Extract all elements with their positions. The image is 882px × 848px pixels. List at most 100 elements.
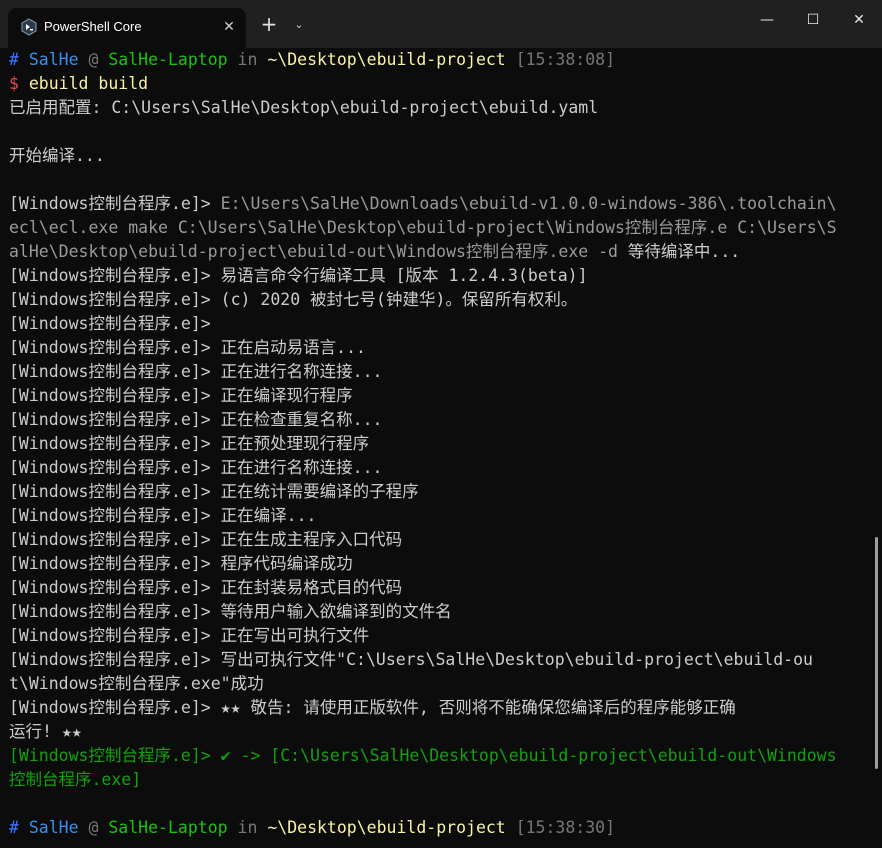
log-line: [Windows控制台程序.e]> (9, 312, 876, 336)
prompt-line: # SalHe @ SalHe-Laptop in ~\Desktop\ebui… (9, 816, 876, 840)
log-line: [Windows控制台程序.e]> (c) 2020 被封七号(钟建华)。保留所… (9, 288, 876, 312)
line-prefix: [Windows控制台程序.e]> (9, 602, 211, 621)
prompt-line: # SalHe @ SalHe-Laptop in ~\Desktop\ebui… (9, 48, 876, 72)
prompt-user: SalHe (28, 50, 79, 69)
line-prefix: [Windows控制台程序.e]> (9, 290, 211, 309)
log-message: 正在启动易语言... (210, 338, 366, 357)
line-prefix: [Windows控制台程序.e]> (9, 338, 211, 357)
line-prefix: [Windows控制台程序.e]> (9, 626, 211, 645)
warning-line: [Windows控制台程序.e]> ★★ 敬告: 请使用正版软件, 否则将不能确… (9, 696, 876, 720)
warning-message: ★★ 敬告: 请使用正版软件, 否则将不能确保您编译后的程序能够正确 (210, 698, 736, 717)
prompt-path: ~\Desktop\ebuild-project (267, 818, 506, 837)
powershell-icon (21, 18, 37, 36)
log-message: 正在编译现行程序 (210, 386, 353, 405)
prompt-hash: # (9, 818, 19, 837)
line-prefix: [Windows控制台程序.e]> (9, 530, 211, 549)
log-line: [Windows控制台程序.e]> 正在编译现行程序 (9, 384, 876, 408)
prompt-at: @ (88, 50, 99, 69)
log-line: [Windows控制台程序.e]> 正在生成主程序入口代码 (9, 528, 876, 552)
log-line: [Windows控制台程序.e]> 正在统计需要编译的子程序 (9, 480, 876, 504)
toolchain-line: [Windows控制台程序.e]> E:\Users\SalHe\Downloa… (9, 192, 876, 216)
log-message: 正在检查重复名称... (210, 410, 383, 429)
toolchain-path: E:\Users\SalHe\Downloads\ebuild-v1.0.0-w… (220, 194, 837, 213)
line-prefix: [Windows控制台程序.e]> (9, 194, 211, 213)
waiting-text: 等待编译中... (618, 242, 741, 261)
prompt-at: @ (88, 818, 99, 837)
line-prefix: [Windows控制台程序.e]> (9, 506, 211, 525)
prompt-host: SalHe-Laptop (108, 50, 228, 69)
log-message: 正在预处理现行程序 (210, 434, 370, 453)
log-message: 等待用户输入欲编译到的文件名 (210, 602, 452, 621)
log-line: [Windows控制台程序.e]> 等待用户输入欲编译到的文件名 (9, 600, 876, 624)
log-line: t\Windows控制台程序.exe"成功 (9, 674, 264, 693)
log-line: [Windows控制台程序.e]> 写出可执行文件"C:\Users\SalHe… (9, 648, 876, 672)
prompt-hash: # (9, 50, 19, 69)
line-prefix: [Windows控制台程序.e]> (9, 482, 211, 501)
log-line: [Windows控制台程序.e]> 正在进行名称连接... (9, 456, 876, 480)
line-prefix: [Windows控制台程序.e]> (9, 434, 211, 453)
toolchain-line: ecl\ecl.exe make C:\Users\SalHe\Desktop\… (9, 218, 837, 237)
line-prefix: [Windows控制台程序.e]> (9, 650, 211, 669)
maximize-button[interactable]: ☐ (790, 0, 836, 40)
log-message: 易语言命令行编译工具 [版本 1.2.4.3(beta)] (210, 266, 588, 285)
minimize-button[interactable]: — (744, 0, 790, 40)
toolchain-args: alHe\Desktop\ebuild-project\ebuild-out\W… (9, 242, 618, 261)
log-line: [Windows控制台程序.e]> 正在封装易格式目的代码 (9, 576, 876, 600)
line-prefix: [Windows控制台程序.e]> (9, 578, 211, 597)
log-message: 正在进行名称连接... (210, 362, 383, 381)
line-prefix: [Windows控制台程序.e]> (9, 458, 211, 477)
log-message: (c) 2020 被封七号(钟建华)。保留所有权利。 (210, 290, 578, 309)
line-prefix: [Windows控制台程序.e]> (9, 410, 211, 429)
config-line: 已启用配置: C:\Users\SalHe\Desktop\ebuild-pro… (9, 98, 599, 117)
result-line: 控制台程序.exe] (9, 770, 142, 789)
scrollbar-thumb[interactable] (875, 537, 878, 769)
title-bar: PowerShell Core ✕ + ⌄ — ☐ ✕ (0, 0, 882, 48)
log-line: [Windows控制台程序.e]> 正在启动易语言... (9, 336, 876, 360)
prompt-time: [15:38:08] (515, 50, 616, 69)
command-line: $ ebuild build (9, 72, 876, 96)
result-line: [Windows控制台程序.e]> ✔ -> [C:\Users\SalHe\D… (9, 746, 837, 765)
log-line: [Windows控制台程序.e]> 正在写出可执行文件 (9, 624, 876, 648)
line-prefix: [Windows控制台程序.e]> (9, 698, 211, 717)
prompt-path: ~\Desktop\ebuild-project (267, 50, 506, 69)
new-tab-button[interactable]: + (256, 12, 282, 38)
log-line: [Windows控制台程序.e]> 正在进行名称连接... (9, 360, 876, 384)
toolchain-line: alHe\Desktop\ebuild-project\ebuild-out\W… (9, 240, 876, 264)
log-message: 程序代码编译成功 (210, 554, 353, 573)
prompt-dollar: $ (9, 74, 19, 93)
line-prefix: [Windows控制台程序.e]> (9, 362, 211, 381)
log-message: 写出可执行文件"C:\Users\SalHe\Desktop\ebuild-pr… (210, 650, 813, 669)
log-message: 正在封装易格式目的代码 (210, 578, 403, 597)
chevron-down-icon[interactable]: ⌄ (288, 12, 310, 38)
line-prefix: [Windows控制台程序.e]> (9, 554, 211, 573)
line-prefix: [Windows控制台程序.e]> (9, 386, 211, 405)
terminal-output[interactable]: # SalHe @ SalHe-Laptop in ~\Desktop\ebui… (0, 48, 876, 848)
log-message: 正在统计需要编译的子程序 (210, 482, 419, 501)
start-line: 开始编译... (9, 146, 105, 165)
log-line: [Windows控制台程序.e]> 正在预处理现行程序 (9, 432, 876, 456)
prompt-in: in (237, 818, 258, 837)
log-message: 正在写出可执行文件 (210, 626, 370, 645)
log-message: 正在编译... (210, 506, 317, 525)
tab-close-icon[interactable]: ✕ (216, 14, 242, 40)
prompt-in: in (237, 50, 258, 69)
log-message: 正在进行名称连接... (210, 458, 383, 477)
log-line: [Windows控制台程序.e]> 正在编译... (9, 504, 876, 528)
tab-powershell-core[interactable]: PowerShell Core ✕ (8, 8, 246, 48)
prompt-host: SalHe-Laptop (108, 818, 228, 837)
tab-title: PowerShell Core (44, 19, 142, 34)
log-line: [Windows控制台程序.e]> 正在检查重复名称... (9, 408, 876, 432)
command-text: ebuild build (28, 74, 149, 93)
prompt-user: SalHe (28, 818, 79, 837)
log-message: 正在生成主程序入口代码 (210, 530, 403, 549)
line-prefix: [Windows控制台程序.e]> (9, 266, 211, 285)
log-line: [Windows控制台程序.e]> 程序代码编译成功 (9, 552, 876, 576)
log-line: [Windows控制台程序.e]> 易语言命令行编译工具 [版本 1.2.4.3… (9, 264, 876, 288)
line-prefix: [Windows控制台程序.e]> (9, 314, 211, 333)
warning-line: 运行! ★★ (9, 722, 82, 741)
close-button[interactable]: ✕ (836, 0, 882, 40)
prompt-time: [15:38:30] (515, 818, 616, 837)
